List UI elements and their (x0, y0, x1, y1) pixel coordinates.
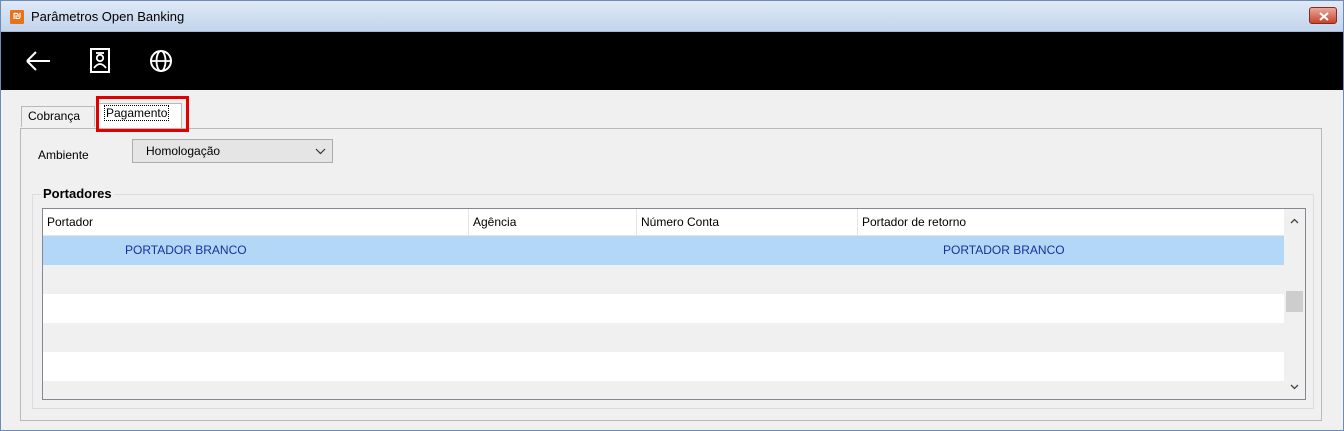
id-card-button[interactable] (85, 46, 115, 76)
tab-label: Cobrança (28, 109, 81, 123)
tab-highlight-box (96, 96, 189, 132)
toolbar (1, 32, 1343, 90)
empty-row (43, 265, 1284, 294)
portadores-title: Portadores (41, 186, 114, 201)
empty-row (43, 381, 1284, 399)
scrollbar-thumb[interactable] (1286, 291, 1303, 312)
window: ₪ Parâmetros Open Banking Cobrança Pagam… (0, 0, 1344, 431)
column-header-portador-retorno[interactable]: Portador de retorno (858, 209, 1284, 236)
column-header-numero-conta[interactable]: Número Conta (637, 209, 858, 236)
close-icon (1319, 12, 1329, 21)
table-row[interactable]: PORTADOR BRANCO PORTADOR BRANCO (43, 236, 1284, 265)
tab-cobranca[interactable]: Cobrança (21, 106, 95, 127)
vertical-scrollbar[interactable] (1284, 209, 1305, 399)
app-logo-icon: ₪ (10, 10, 24, 24)
empty-row (43, 294, 1284, 323)
globe-button[interactable] (146, 46, 176, 76)
chevron-down-icon (1290, 384, 1299, 390)
cell-portador: PORTADOR BRANCO (125, 243, 247, 257)
empty-row (43, 352, 1284, 381)
id-card-icon (90, 48, 110, 73)
arrow-left-icon (26, 51, 50, 71)
cell-portador-retorno: PORTADOR BRANCO (943, 243, 1065, 257)
ambiente-value: Homologação (146, 144, 221, 158)
scroll-down-button[interactable] (1284, 377, 1305, 397)
column-header-agencia[interactable]: Agência (469, 209, 637, 236)
chevron-down-icon (315, 148, 326, 155)
window-title: Parâmetros Open Banking (31, 9, 185, 24)
close-button[interactable] (1309, 7, 1337, 24)
scroll-up-button[interactable] (1284, 211, 1305, 231)
column-header-portador[interactable]: Portador (43, 209, 469, 236)
title-bar: ₪ Parâmetros Open Banking (1, 1, 1343, 32)
ambiente-select[interactable]: Homologação (132, 139, 333, 163)
empty-row (43, 323, 1284, 352)
ambiente-label: Ambiente (38, 148, 89, 162)
grid-header: Portador Agência Número Conta Portador d… (43, 209, 1284, 236)
globe-icon (150, 50, 172, 72)
back-button[interactable] (23, 46, 53, 76)
portadores-grid[interactable]: Portador Agência Número Conta Portador d… (42, 208, 1306, 400)
chevron-up-icon (1290, 218, 1299, 224)
